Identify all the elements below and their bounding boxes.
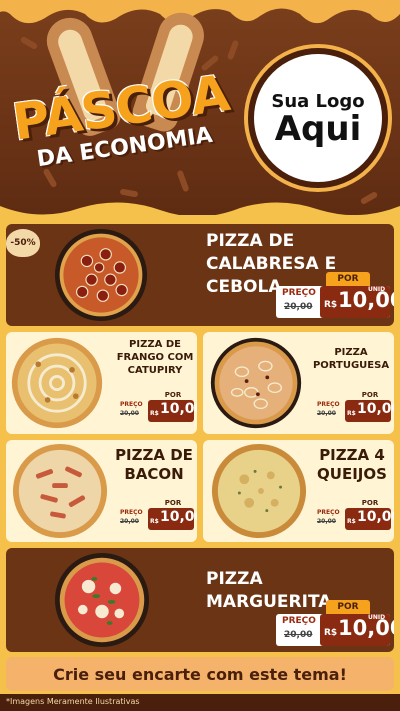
pizza-marguerita-image (54, 552, 150, 648)
por-label: POR (164, 391, 182, 399)
currency-label: R$ (347, 410, 356, 417)
pizza-portuguesa-image (210, 337, 302, 429)
pizza-4-queijos-image (211, 443, 307, 539)
product-name: PIZZA 4 QUEIJOS (317, 446, 387, 483)
product-card-calabresa: PIZZA DE CALABRESA E CEBOLA POR PREÇO 20… (6, 224, 394, 326)
product-card-marguerita: PIZZA MARGUERITA POR PREÇO 20,00 R$ 10,0… (6, 548, 394, 652)
product-name: PIZZA PORTUGUESA (312, 347, 390, 371)
product-name: PIZZA DE FRANGO COM CATUPIRY (116, 339, 194, 376)
old-price: 20,00 (120, 410, 139, 417)
sprinkle (19, 35, 39, 51)
por-label: POR (326, 600, 370, 614)
new-price: 10,00 (160, 401, 197, 417)
pizza-frango-image (11, 337, 103, 429)
preco-label: PREÇO (317, 509, 340, 516)
header-banner: PÁSCOA DA ECONOMIA Sua Logo Aqui (0, 0, 400, 215)
price-tag: POR PREÇO 20,00 R$ 10,00 UNID (276, 600, 394, 648)
pizza-calabresa-image (54, 228, 148, 322)
product-name: PIZZA DE BACON (115, 446, 193, 483)
preco-label: PREÇO (282, 288, 316, 298)
old-price: 20,00 (120, 518, 139, 525)
sprinkle (226, 39, 240, 61)
por-label: POR (164, 499, 182, 507)
currency-label: R$ (150, 410, 159, 417)
product-card-4-queijos: PIZZA 4 QUEIJOS POR PREÇO 20,00 R$ 10,00 (203, 440, 394, 542)
new-price: 10,00 (160, 509, 197, 525)
pizza-bacon-image (12, 443, 108, 539)
por-label: POR (361, 391, 379, 399)
logo-line-2: Aqui (274, 108, 362, 149)
unid-label: UNID (368, 614, 386, 621)
preco-label: PREÇO (120, 401, 143, 408)
product-card-portuguesa: PIZZA PORTUGUESA POR PREÇO 20,00 R$ 10,0… (203, 332, 394, 434)
new-price: 10,00 (357, 509, 394, 525)
sprinkle (176, 169, 190, 193)
currency-label: R$ (150, 518, 159, 525)
old-price: 20,00 (317, 518, 336, 525)
price-tag: POR PREÇO 20,00 R$ 10,00 (118, 390, 197, 424)
price-tag: POR PREÇO 20,00 R$ 10,00 (315, 498, 394, 532)
discount-badge: -50% (6, 229, 40, 257)
por-label: POR (326, 272, 370, 286)
preco-label: PREÇO (120, 509, 143, 516)
new-price: 10,00 (338, 616, 394, 640)
price-tag: POR PREÇO 20,00 R$ 10,00 (118, 498, 197, 532)
currency-label: R$ (324, 628, 338, 638)
product-card-frango: PIZZA DE FRANGO COM CATUPIRY POR PREÇO 2… (6, 332, 197, 434)
price-tag: POR PREÇO 20,00 R$ 10,00 (315, 390, 394, 424)
preco-label: PREÇO (282, 616, 316, 626)
unid-label: UNID (368, 286, 386, 293)
old-price: 20,00 (284, 302, 313, 312)
currency-label: R$ (324, 300, 338, 310)
old-price: 20,00 (284, 630, 313, 640)
logo-placeholder: Sua Logo Aqui (248, 48, 388, 188)
new-price: 10,00 (357, 401, 394, 417)
por-label: POR (361, 499, 379, 507)
wave-separator (0, 202, 400, 226)
preco-label: PREÇO (317, 401, 340, 408)
new-price: 10,00 (338, 288, 394, 312)
cta-banner[interactable]: Crie seu encarte com este tema! (6, 657, 394, 691)
flyer: PÁSCOA DA ECONOMIA Sua Logo Aqui PIZZA D… (0, 0, 400, 711)
old-price: 20,00 (317, 410, 336, 417)
currency-label: R$ (347, 518, 356, 525)
price-tag: POR PREÇO 20,00 R$ 10,00 UNID (276, 272, 394, 320)
product-card-bacon: PIZZA DE BACON POR PREÇO 20,00 R$ 10,00 (6, 440, 197, 542)
disclaimer-text: *Imagens Meramente Ilustrativas (6, 697, 140, 706)
